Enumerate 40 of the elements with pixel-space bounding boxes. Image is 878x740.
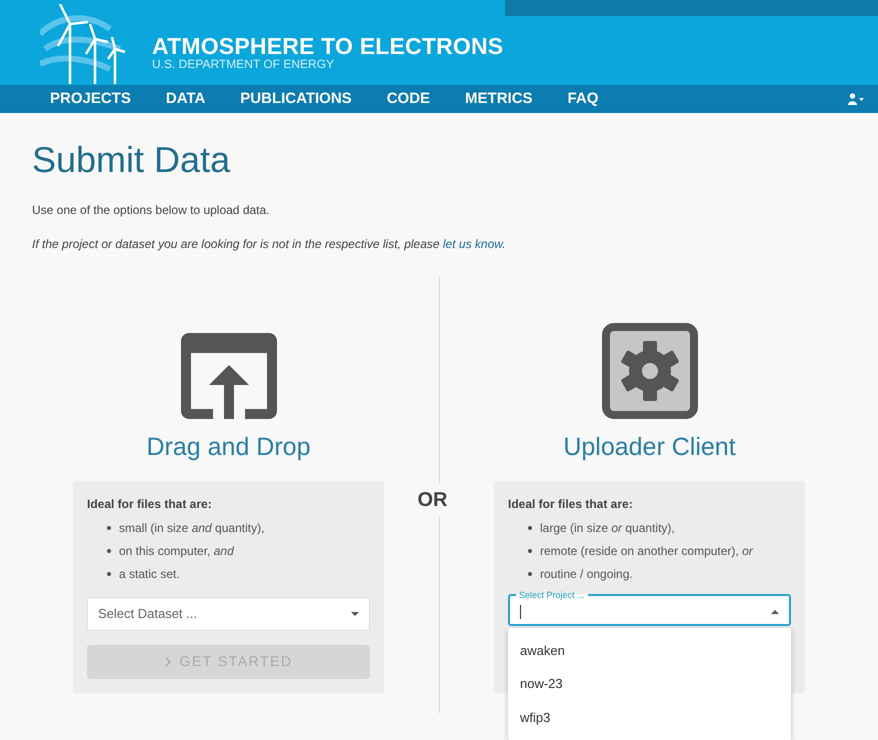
bullet-icon [107,548,111,552]
contact-link[interactable]: let us know [442,237,502,251]
nav-link-item[interactable]: FAQ [568,85,598,113]
bullet-icon [107,572,111,576]
user-menu-icon[interactable] [848,92,864,105]
card-heading: Ideal for files that are: [87,496,213,512]
option-title: Uploader Client [563,432,736,463]
page-title: Submit Data [32,138,232,182]
card-heading: Ideal for files that are: [508,496,634,512]
bullet-icon [528,548,532,552]
caret-icon [771,610,779,614]
dropdown-option[interactable]: now-23 [508,667,791,700]
bullet-text: small (in size and quantity), [119,520,264,536]
dropdown-option[interactable]: awaken [508,634,791,667]
nav-link-item[interactable]: CODE [386,85,430,113]
intro-text: Use one of the options below to upload data. [32,202,271,219]
select-field[interactable]: Select Project ... [508,590,791,626]
dropdown-option[interactable]: wfip3 [508,700,791,734]
select-field[interactable]: Select Dataset ... [87,596,370,630]
bullet-icon [528,572,532,576]
bullet-text: remote (reside on another computer), or [540,542,753,560]
select-placeholder: Select Dataset ... [98,604,197,623]
nav-link-item[interactable]: PROJECTS [50,85,131,113]
bullet-icon [107,526,111,530]
bullet-icon [528,526,532,530]
bullet-text: large (in size or quantity), [540,520,675,536]
gear-settings-icon [602,323,698,419]
option-title: Drag and Drop [146,432,310,463]
text-cursor [520,604,521,618]
nav-link-item[interactable]: DATA [166,85,206,113]
note-text: If the project or dataset you are looking for is not in the respective list, please let us know. [32,236,507,253]
nav-link-item[interactable]: PUBLICATIONS [240,85,352,113]
bullet-text: a static set. [119,566,180,582]
bullet-text: on this computer, and [119,542,234,560]
caret-icon [351,612,359,616]
or-separator: OR [418,483,448,517]
bullet-text: routine / ongoing. [540,566,633,582]
nav-link-item[interactable]: METRICS [465,85,533,113]
floating-label: Select Project ... [518,590,586,600]
upload-window-icon [180,333,276,419]
